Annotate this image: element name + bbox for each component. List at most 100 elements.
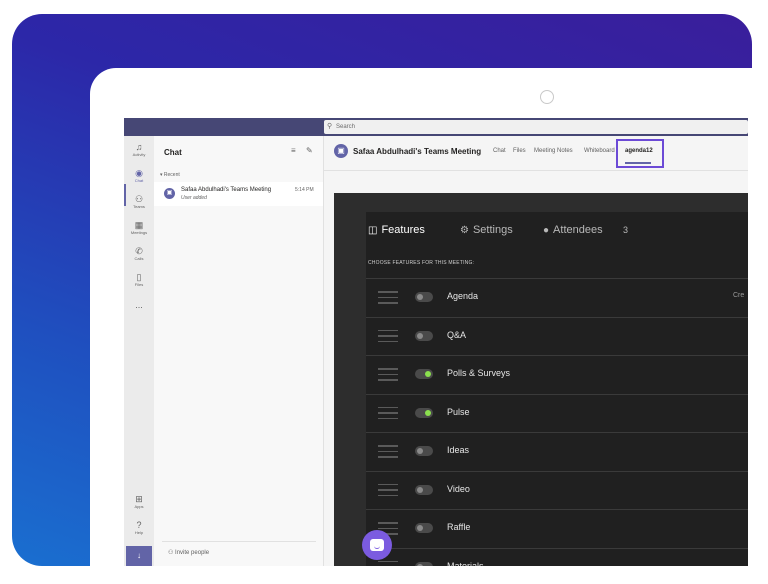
toggle-knob bbox=[417, 294, 423, 300]
app-tab-content: ◫ Features ⚙ Settings ● Attendees 3 CHOOSE … bbox=[334, 193, 748, 566]
divider bbox=[162, 541, 316, 542]
bell-icon: ♫ bbox=[135, 142, 143, 152]
chat-item-time: 5:14 PM bbox=[295, 187, 314, 193]
rail-item-label: Activity bbox=[132, 152, 146, 157]
chat-item-subtitle: User added bbox=[181, 195, 207, 201]
toggle-knob bbox=[417, 563, 423, 566]
meeting-header: ▣ Safaa Abdulhadi's Teams Meeting Chat F… bbox=[324, 136, 748, 171]
tab-whiteboard[interactable]: Whiteboard bbox=[584, 148, 615, 154]
drag-handle-icon[interactable] bbox=[378, 406, 398, 420]
tab-meeting-notes[interactable]: Meeting Notes bbox=[534, 148, 573, 154]
meeting-area: ▣ Safaa Abdulhadi's Teams Meeting Chat F… bbox=[324, 136, 748, 566]
search-icon: ⚲ bbox=[327, 123, 333, 130]
compose-icon[interactable]: ✎ bbox=[306, 146, 313, 155]
recent-section-header[interactable]: ▾ Recent bbox=[160, 172, 180, 178]
invite-label: Invite people bbox=[175, 550, 210, 556]
feature-toggle[interactable] bbox=[415, 523, 433, 533]
feature-toggle[interactable] bbox=[415, 292, 433, 302]
chat-list-pane: Chat ≡ ✎ ▾ Recent ▣ Safaa Abdulhadi's Te… bbox=[154, 136, 324, 566]
calendar-icon: ▦ bbox=[134, 220, 144, 230]
rail-item-label: Meetings bbox=[130, 230, 148, 235]
feature-name: Pulse bbox=[447, 406, 470, 417]
toggle-knob bbox=[417, 525, 423, 531]
tab-features[interactable]: ◫ Features bbox=[368, 224, 425, 236]
feature-toggle[interactable] bbox=[415, 369, 433, 379]
filter-icon[interactable]: ≡ bbox=[291, 146, 296, 155]
search-placeholder: Search bbox=[336, 124, 356, 130]
support-chat-button[interactable] bbox=[362, 530, 392, 560]
add-person-icon: ⚇ bbox=[168, 550, 176, 556]
feature-toggle[interactable] bbox=[415, 561, 433, 566]
title-bar: ⚲ Search bbox=[124, 118, 748, 136]
attendee-count: 3 bbox=[623, 225, 629, 235]
feature-row: Polls & Surveys bbox=[366, 355, 748, 393]
rail-item-meetings[interactable]: ▦ Meetings bbox=[124, 220, 154, 235]
list-item[interactable]: ▣ Safaa Abdulhadi's Teams Meeting User a… bbox=[154, 182, 323, 206]
rail-item-label: Teams bbox=[133, 204, 145, 209]
gear-icon: ⚙ bbox=[460, 225, 469, 236]
feature-extra: Cre bbox=[733, 292, 745, 299]
recent-label: Recent bbox=[163, 172, 180, 178]
meeting-title: Safaa Abdulhadi's Teams Meeting bbox=[353, 147, 482, 156]
rail-item-help[interactable]: ? Help bbox=[124, 520, 154, 535]
feature-toggle[interactable] bbox=[415, 446, 433, 456]
feature-row: Video bbox=[366, 470, 748, 509]
tab-highlight-box bbox=[616, 139, 664, 168]
feature-row: Q&A bbox=[366, 316, 748, 355]
feature-row: Agenda Cre bbox=[366, 278, 748, 316]
drag-handle-icon[interactable] bbox=[378, 560, 398, 567]
app-rail: ♫ Activity ◉ Chat ⚇ Teams ▦ Meetings ✆ Calls … bbox=[124, 136, 154, 566]
rail-item-label: Chat bbox=[134, 178, 144, 183]
rail-item-label: Calls bbox=[134, 256, 144, 261]
invite-people-button[interactable]: ⚇ Invite people bbox=[168, 549, 209, 556]
download-icon: ↓ bbox=[137, 551, 141, 560]
search-input[interactable]: ⚲ Search bbox=[324, 120, 748, 134]
more-icon: ... bbox=[135, 300, 143, 310]
drag-handle-icon[interactable] bbox=[378, 368, 398, 381]
feature-name: Raffle bbox=[447, 522, 471, 532]
feature-row: Ideas bbox=[366, 432, 748, 470]
feature-name: Materials bbox=[447, 560, 484, 567]
feature-toggle[interactable] bbox=[415, 330, 433, 341]
rail-item-chat[interactable]: ◉ Chat bbox=[124, 168, 154, 183]
rail-item-activity[interactable]: ♫ Activity bbox=[124, 142, 154, 157]
drag-handle-icon[interactable] bbox=[378, 483, 398, 497]
rail-item-more[interactable]: ... bbox=[124, 300, 154, 310]
toggle-knob bbox=[417, 486, 423, 493]
features-panel: ◫ Features ⚙ Settings ● Attendees 3 CHOOSE … bbox=[366, 212, 748, 566]
camera-icon bbox=[540, 90, 554, 104]
tab-chat[interactable]: Chat bbox=[493, 148, 506, 154]
person-icon: ● bbox=[543, 225, 550, 236]
teams-window: ⚲ Search ♫ Activity ◉ Chat ⚇ Teams ▦ Meeting… bbox=[124, 118, 748, 566]
tab-settings[interactable]: ⚙ Settings bbox=[460, 224, 513, 236]
feature-toggle[interactable] bbox=[415, 407, 433, 418]
tab-label: Settings bbox=[472, 224, 513, 236]
toggle-knob bbox=[417, 332, 423, 339]
file-icon: ▯ bbox=[136, 272, 142, 282]
feature-name: Polls & Surveys bbox=[447, 368, 511, 378]
download-button[interactable]: ↓ bbox=[126, 546, 152, 566]
rail-item-calls[interactable]: ✆ Calls bbox=[124, 246, 154, 261]
drag-handle-icon[interactable] bbox=[378, 445, 398, 458]
drag-handle-icon[interactable] bbox=[378, 329, 398, 343]
tab-files[interactable]: Files bbox=[513, 148, 526, 154]
tab-attendees[interactable]: ● Attendees bbox=[543, 224, 603, 236]
help-icon: ? bbox=[136, 520, 142, 530]
rail-item-teams[interactable]: ⚇ Teams bbox=[124, 194, 154, 209]
feature-name: Q&A bbox=[447, 329, 467, 340]
drag-handle-icon[interactable] bbox=[378, 291, 398, 304]
chat-icon: ◉ bbox=[135, 168, 143, 178]
teams-icon: ⚇ bbox=[134, 194, 144, 204]
toggle-knob bbox=[425, 371, 431, 377]
feature-name: Agenda bbox=[447, 291, 479, 301]
feature-toggle[interactable] bbox=[415, 484, 433, 495]
chat-item-name: Safaa Abdulhadi's Teams Meeting bbox=[181, 187, 272, 193]
rail-item-apps[interactable]: ⊞ Apps bbox=[124, 494, 154, 509]
rail-item-files[interactable]: ▯ Files bbox=[124, 272, 154, 287]
chat-title: Chat bbox=[164, 148, 182, 157]
tab-label: Features bbox=[381, 224, 425, 236]
feature-row: Raffle bbox=[366, 509, 748, 547]
calendar-avatar-icon: ▣ bbox=[164, 188, 175, 199]
chat-bubble-icon bbox=[370, 539, 384, 551]
phone-icon: ✆ bbox=[135, 246, 143, 256]
